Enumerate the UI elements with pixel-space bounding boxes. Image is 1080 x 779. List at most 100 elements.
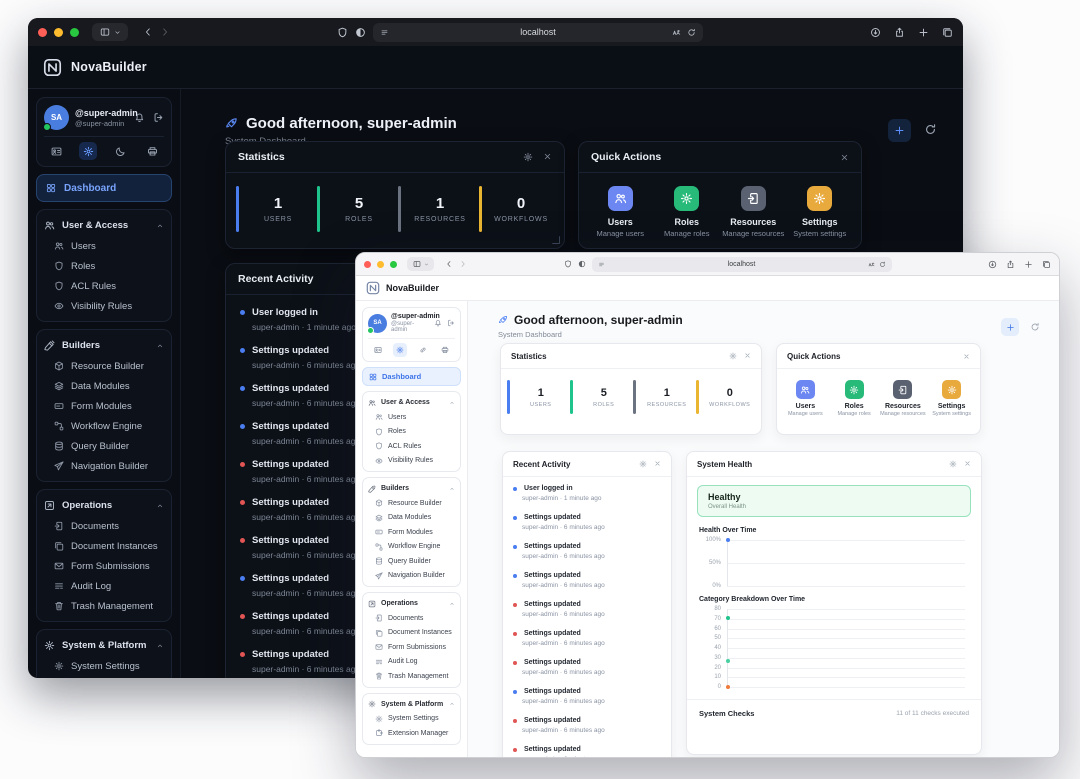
print-button[interactable]	[438, 343, 452, 357]
sidebar-item[interactable]: Form Modules	[368, 525, 455, 540]
quick-action-users[interactable]: UsersManage users	[587, 186, 654, 238]
sidebar-item[interactable]: Form Modules	[44, 396, 164, 416]
nav-section-header[interactable]: User & Access	[44, 215, 164, 236]
sidebar-item[interactable]: Document Instances	[44, 536, 164, 556]
downloads-button[interactable]	[870, 27, 881, 38]
nav-section-header[interactable]: System & Platform	[368, 697, 455, 712]
sidebar-item[interactable]: Trash Management	[44, 596, 164, 616]
sidebar-toggle-button[interactable]	[92, 23, 128, 41]
sidebar-item-dashboard[interactable]: Dashboard	[362, 367, 461, 386]
nav-section-header[interactable]: Builders	[44, 335, 164, 356]
widget-close-button[interactable]	[654, 460, 661, 468]
settings-quick-button[interactable]	[79, 142, 97, 160]
forward-button[interactable]	[160, 27, 170, 37]
forward-button[interactable]	[459, 260, 467, 268]
sidebar-item[interactable]: Trash Management	[368, 669, 455, 684]
quick-action-users[interactable]: UsersManage users	[781, 380, 830, 417]
widget-close-button[interactable]	[543, 152, 552, 162]
new-tab-button[interactable]	[918, 27, 929, 38]
settings-quick-button[interactable]	[393, 343, 407, 357]
back-button[interactable]	[445, 260, 453, 268]
privacy-shield-icon[interactable]	[564, 260, 572, 268]
reload-button[interactable]	[879, 261, 886, 268]
sidebar-item[interactable]: ACL Rules	[368, 439, 455, 454]
quick-action-settings[interactable]: SettingsSystem settings	[787, 186, 854, 238]
widget-close-button[interactable]	[744, 352, 751, 360]
traffic-light-minimize[interactable]	[377, 261, 384, 268]
traffic-light-zoom[interactable]	[390, 261, 397, 268]
print-button[interactable]	[143, 142, 161, 160]
sidebar-item[interactable]: Visibility Rules	[368, 454, 455, 469]
sidebar-item[interactable]: Audit Log	[368, 655, 455, 670]
traffic-light-close[interactable]	[38, 28, 47, 37]
logout-button[interactable]	[153, 112, 164, 123]
contrast-icon[interactable]	[578, 260, 586, 268]
translate-icon[interactable]	[672, 28, 681, 37]
quick-action-resources[interactable]: ResourcesManage resources	[720, 186, 787, 238]
nav-section-header[interactable]: Builders	[368, 481, 455, 496]
sidebar-item[interactable]: Workflow Engine	[44, 416, 164, 436]
quick-action-resources[interactable]: ResourcesManage resources	[879, 380, 928, 417]
sidebar-item[interactable]: Form Submissions	[44, 556, 164, 576]
traffic-light-close[interactable]	[364, 261, 371, 268]
sidebar-item-dashboard[interactable]: Dashboard	[36, 174, 172, 202]
url-field[interactable]: localhost	[373, 23, 703, 42]
sidebar-item[interactable]: Visibility Rules	[44, 296, 164, 316]
quick-action-settings[interactable]: SettingsSystem settings	[927, 380, 976, 417]
sidebar-item[interactable]: Documents	[44, 516, 164, 536]
back-button[interactable]	[143, 27, 153, 37]
quick-action-roles[interactable]: RolesManage roles	[830, 380, 879, 417]
nav-section-header[interactable]: User & Access	[368, 395, 455, 410]
widget-settings-button[interactable]	[949, 460, 957, 468]
sidebar-item[interactable]: Navigation Builder	[368, 569, 455, 584]
tab-overview-button[interactable]	[1042, 260, 1051, 269]
translate-icon[interactable]	[868, 261, 875, 268]
sidebar-item[interactable]: Query Builder	[368, 554, 455, 569]
notifications-button[interactable]	[134, 112, 145, 123]
resize-handle[interactable]	[552, 236, 560, 244]
refresh-button[interactable]	[924, 123, 937, 136]
downloads-button[interactable]	[988, 260, 997, 269]
new-tab-button[interactable]	[1024, 260, 1033, 269]
contrast-icon[interactable]	[355, 27, 366, 38]
sidebar-item[interactable]: Resource Builder	[368, 496, 455, 511]
sidebar-item[interactable]: Query Builder	[44, 436, 164, 456]
sidebar-item[interactable]: Data Modules	[368, 511, 455, 526]
sidebar-item[interactable]: Data Modules	[44, 376, 164, 396]
sidebar-item[interactable]: Form Submissions	[368, 640, 455, 655]
sidebar-item[interactable]: Roles	[368, 425, 455, 440]
traffic-light-zoom[interactable]	[70, 28, 79, 37]
logout-button[interactable]	[447, 319, 455, 327]
sidebar-item[interactable]: Roles	[44, 256, 164, 276]
widget-settings-button[interactable]	[729, 352, 737, 360]
sidebar-item[interactable]: Navigation Builder	[44, 456, 164, 476]
sidebar-item[interactable]: Workflow Engine	[368, 540, 455, 555]
widget-settings-button[interactable]	[639, 460, 647, 468]
add-widget-button[interactable]	[1001, 318, 1019, 336]
sidebar-toggle-button[interactable]	[407, 257, 434, 271]
sidebar-item[interactable]: Users	[368, 410, 455, 425]
widget-close-button[interactable]	[840, 153, 849, 162]
add-widget-button[interactable]	[888, 119, 911, 142]
nav-section-header[interactable]: System & Platform	[44, 635, 164, 656]
privacy-shield-icon[interactable]	[337, 27, 348, 38]
sidebar-item[interactable]: Extension Manager	[368, 726, 455, 741]
nav-section-header[interactable]: Operations	[368, 596, 455, 611]
sidebar-item[interactable]: Documents	[368, 611, 455, 626]
sidebar-item[interactable]: Audit Log	[44, 576, 164, 596]
sidebar-item[interactable]: Document Instances	[368, 626, 455, 641]
url-field[interactable]: localhost	[592, 257, 892, 272]
sidebar-item[interactable]: System Settings	[368, 712, 455, 727]
tab-overview-button[interactable]	[942, 27, 953, 38]
sidebar-item[interactable]: Users	[44, 236, 164, 256]
reload-button[interactable]	[687, 28, 696, 37]
widget-close-button[interactable]	[964, 460, 971, 468]
sidebar-item[interactable]: System Settings	[44, 656, 164, 676]
sidebar-item[interactable]: ACL Rules	[44, 276, 164, 296]
theme-toggle-button[interactable]	[416, 343, 430, 357]
widget-close-button[interactable]	[963, 353, 970, 360]
notifications-button[interactable]	[434, 319, 442, 327]
traffic-light-minimize[interactable]	[54, 28, 63, 37]
quick-action-roles[interactable]: RolesManage roles	[654, 186, 721, 238]
layout-button[interactable]	[47, 142, 65, 160]
